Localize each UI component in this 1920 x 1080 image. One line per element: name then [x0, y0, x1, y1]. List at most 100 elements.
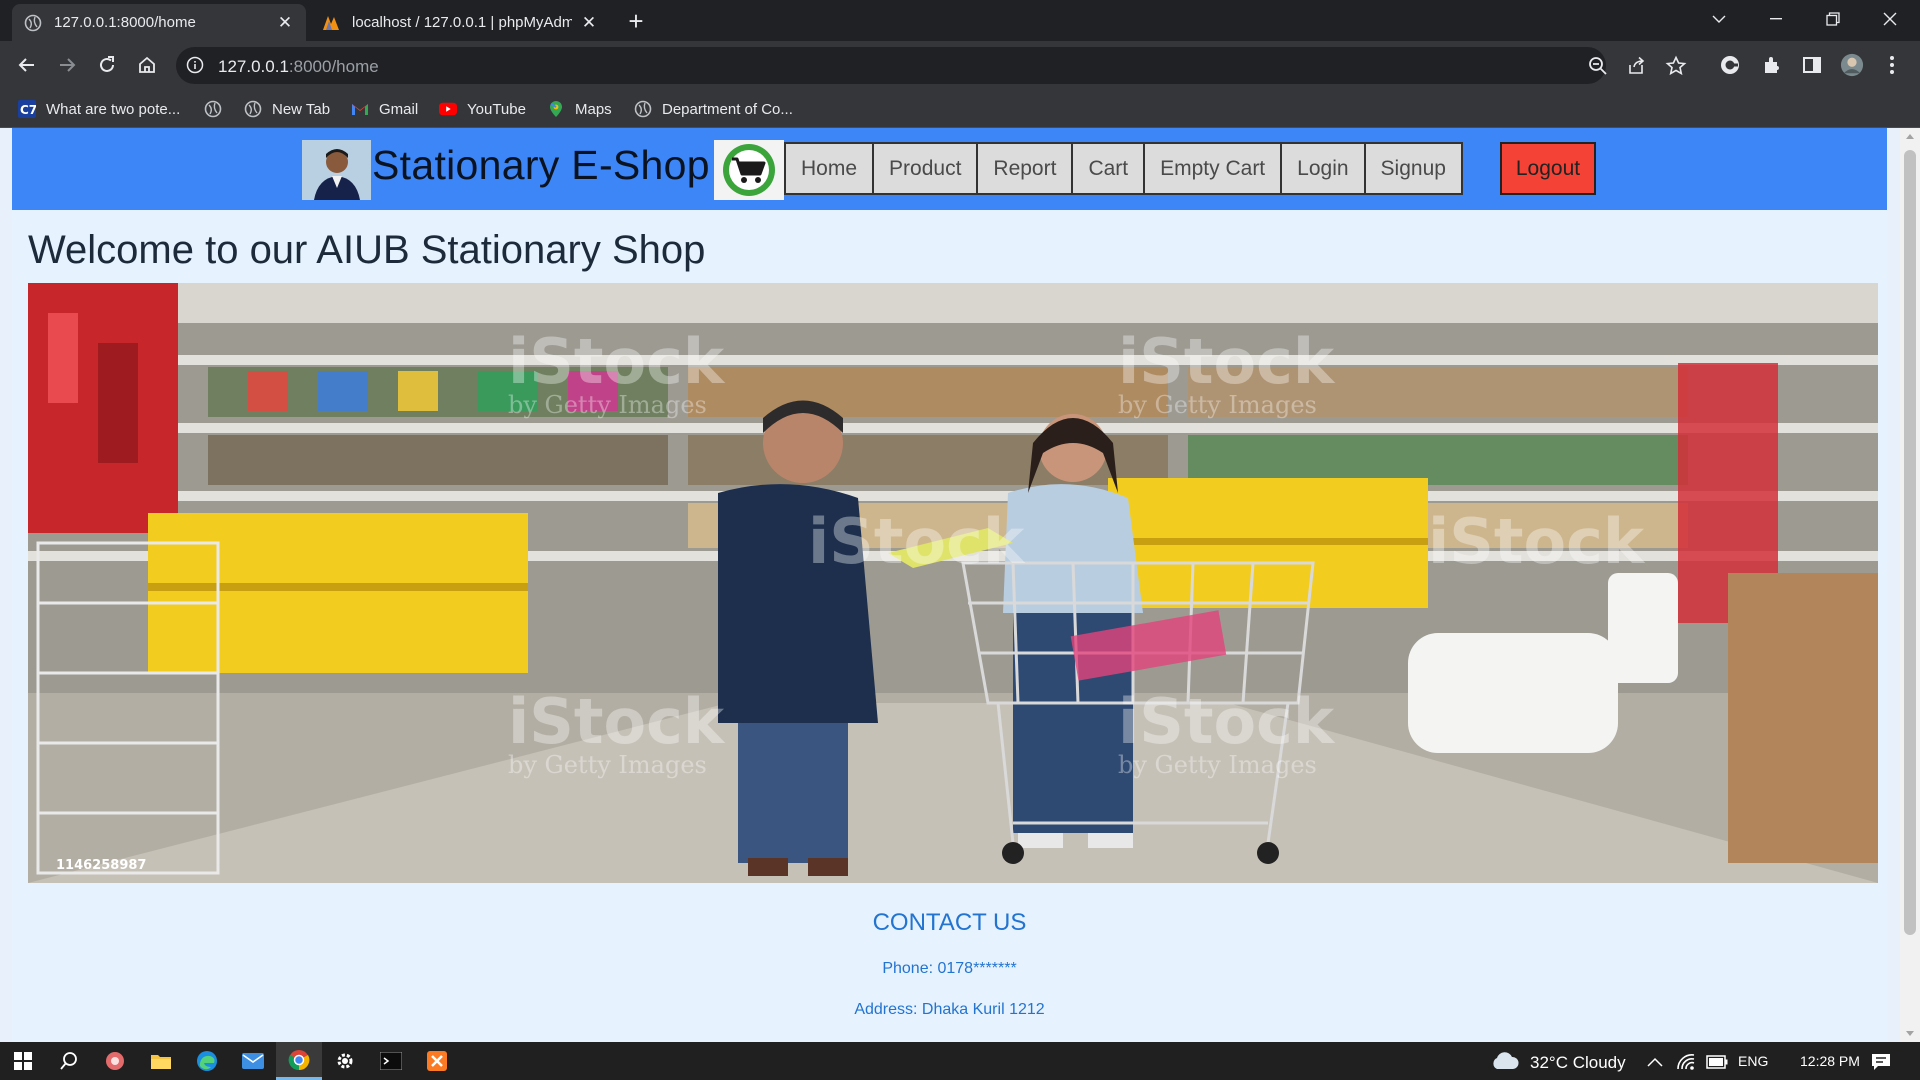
welcome-heading: Welcome to our AIUB Stationary Shop: [28, 228, 706, 272]
youtube-icon: [439, 100, 457, 118]
url-text[interactable]: 127.0.0.1:8000/home: [218, 57, 379, 77]
contact-address: Address: Dhaka Kuril 1212: [854, 1001, 1045, 1018]
site-brand[interactable]: Stationary E-Shop: [372, 142, 710, 189]
menu-dots-icon[interactable]: [1880, 53, 1904, 77]
edge-browser-icon[interactable]: [184, 1042, 230, 1080]
bookmark-new-tab[interactable]: New Tab: [244, 96, 330, 122]
tab-phpmyadmin[interactable]: localhost / 127.0.0.1 | phpMyAdmin ✕: [310, 4, 610, 41]
watermark-text: iStock: [1118, 685, 1336, 758]
extensions-icon[interactable]: [1760, 53, 1784, 77]
watermark-text: iStock: [508, 325, 726, 398]
tab-search-icon[interactable]: [1696, 0, 1742, 38]
mail-icon[interactable]: [230, 1042, 276, 1080]
close-tab-icon[interactable]: ✕: [580, 13, 598, 33]
chrome-taskbar-icon[interactable]: [276, 1042, 322, 1080]
search-icon[interactable]: [46, 1042, 92, 1080]
cloud-weather-icon[interactable]: [1490, 1051, 1520, 1071]
url-host: 127.0.0.1: [218, 57, 289, 76]
nav-product[interactable]: Product: [872, 142, 979, 195]
gmail-icon: [351, 100, 369, 118]
bookmark-gmail[interactable]: Gmail: [351, 96, 418, 122]
bookmark-globe[interactable]: [204, 96, 232, 122]
nav-home[interactable]: Home: [784, 142, 875, 195]
bookmark-label: What are two pote...: [46, 100, 181, 118]
watermark-sub: by Getty Images: [508, 751, 707, 779]
restore-button[interactable]: [1810, 0, 1856, 38]
bookmark-label: Department of Co...: [662, 100, 793, 118]
tab-title: 127.0.0.1:8000/home: [54, 14, 196, 31]
browser-toolbar: 127.0.0.1:8000/home: [0, 41, 1920, 90]
nav-signup[interactable]: Signup: [1363, 142, 1463, 195]
globe-icon: [204, 100, 222, 118]
bookmark-department[interactable]: Department of Co...: [634, 96, 793, 122]
site-header: Stationary E-Shop Home Product Report Ca…: [12, 128, 1887, 210]
watermark-sub: by Getty Images: [1118, 751, 1317, 779]
extension-g-icon[interactable]: [1718, 53, 1742, 77]
share-icon[interactable]: [1626, 55, 1648, 77]
language-indicator[interactable]: ENG: [1738, 1053, 1768, 1069]
page-scrollbar[interactable]: [1900, 128, 1920, 1042]
chevron-up-icon[interactable]: [1647, 1057, 1663, 1067]
bookmark-label: YouTube: [467, 100, 526, 118]
close-tab-icon[interactable]: ✕: [276, 13, 294, 33]
bookmark-star-icon[interactable]: [1665, 55, 1687, 77]
bookmark-label: Gmail: [379, 100, 419, 118]
forward-icon[interactable]: [51, 49, 83, 81]
start-windows-icon[interactable]: [0, 1042, 46, 1080]
reload-icon[interactable]: [91, 49, 123, 81]
app-snipping-icon[interactable]: [92, 1042, 138, 1080]
side-panel-icon[interactable]: [1800, 53, 1824, 77]
contact-phone: Phone: 0178*******: [882, 960, 1017, 977]
file-explorer-icon[interactable]: [138, 1042, 184, 1080]
battery-icon[interactable]: [1706, 1055, 1728, 1069]
maps-icon: [547, 100, 565, 118]
watermark-text: iStock: [808, 505, 1026, 578]
nav-cart[interactable]: Cart: [1071, 142, 1146, 195]
globe-icon: [634, 100, 652, 118]
nav-report[interactable]: Report: [976, 142, 1074, 195]
url-path: :8000/home: [288, 57, 379, 76]
scroll-down-icon[interactable]: [1906, 1031, 1914, 1036]
home-icon[interactable]: [131, 49, 163, 81]
nav-login[interactable]: Login: [1280, 142, 1366, 195]
weather-text[interactable]: 32°C Cloudy: [1530, 1053, 1626, 1073]
bookmark-youtube[interactable]: YouTube: [439, 96, 526, 122]
back-icon[interactable]: [11, 49, 43, 81]
globe-icon: [24, 14, 42, 31]
site-info-icon[interactable]: [186, 56, 204, 74]
tab-home[interactable]: 127.0.0.1:8000/home ✕: [12, 4, 306, 41]
phpmyadmin-icon: [323, 15, 339, 30]
svg-text:C7: C7: [20, 103, 36, 117]
c7-icon: C7: [18, 100, 36, 118]
scroll-thumb[interactable]: [1904, 150, 1916, 935]
cart-logo-icon: [714, 140, 784, 200]
new-tab-button[interactable]: +: [622, 8, 650, 36]
zoom-icon[interactable]: [1587, 55, 1609, 77]
scroll-up-icon[interactable]: [1906, 134, 1914, 139]
contact-title: CONTACT US: [872, 909, 1027, 936]
bookmark-maps[interactable]: Maps: [547, 96, 612, 122]
globe-icon: [244, 100, 262, 118]
xampp-icon[interactable]: [414, 1042, 460, 1080]
logout-button[interactable]: Logout: [1500, 142, 1596, 195]
clock-time[interactable]: 12:28 PM: [1800, 1053, 1860, 1069]
bookmark-label: Maps: [575, 100, 612, 118]
minimize-button[interactable]: [1753, 0, 1799, 38]
bookmark-label: New Tab: [272, 100, 331, 118]
image-id: 1146258987: [56, 858, 146, 873]
nav-empty-cart[interactable]: Empty Cart: [1143, 142, 1283, 195]
page-viewport: Stationary E-Shop Home Product Report Ca…: [0, 128, 1920, 1042]
windows-taskbar: 32°C Cloudy ENG 12:28 PM: [0, 1042, 1920, 1080]
profile-avatar-icon[interactable]: [1840, 53, 1864, 77]
settings-gear-icon[interactable]: [322, 1042, 368, 1080]
tab-strip: 127.0.0.1:8000/home ✕ localhost / 127.0.…: [0, 0, 1920, 41]
tab-title: localhost / 127.0.0.1 | phpMyAdmin: [352, 14, 572, 31]
main-nav: Home Product Report Cart Empty Cart Logi…: [784, 142, 1463, 195]
wifi-icon[interactable]: [1676, 1053, 1696, 1071]
watermark-text: iStock: [1118, 325, 1336, 398]
bookmark-what-are-two[interactable]: C7 What are two pote...: [18, 96, 180, 122]
close-window-button[interactable]: [1867, 0, 1913, 38]
notifications-icon[interactable]: [1870, 1052, 1892, 1072]
address-bar[interactable]: 127.0.0.1:8000/home: [176, 47, 1687, 84]
terminal-icon[interactable]: [368, 1042, 414, 1080]
